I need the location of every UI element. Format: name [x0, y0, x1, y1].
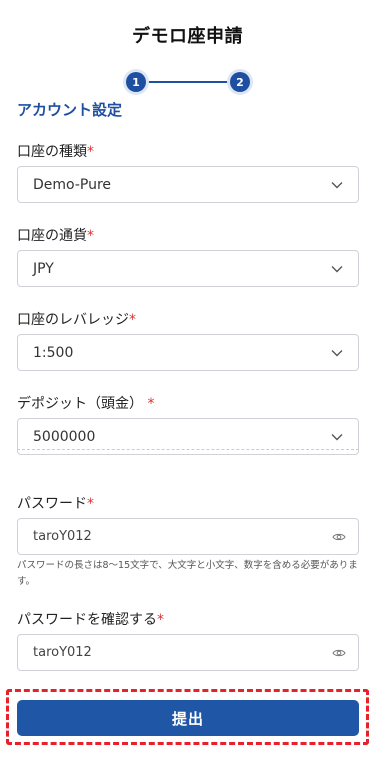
password-confirm-label: パスワードを確認する*: [17, 612, 164, 628]
password-input[interactable]: taroY012: [17, 518, 359, 555]
leverage-value: 1:500: [33, 344, 74, 361]
account-type-select[interactable]: Demo-Pure: [17, 166, 359, 203]
password-label: パスワード*: [17, 496, 94, 512]
required-mark: *: [157, 612, 164, 628]
eye-icon[interactable]: [332, 531, 346, 543]
chevron-down-icon: [331, 266, 343, 273]
currency-field: 口座の通貨* JPY: [17, 226, 359, 287]
leverage-select[interactable]: 1:500: [17, 334, 359, 371]
chevron-down-icon: [331, 434, 343, 441]
step-2-indicator: 2: [230, 72, 250, 92]
section-divider: [17, 449, 359, 450]
account-type-value: Demo-Pure: [33, 176, 112, 193]
deposit-value: 5000000: [33, 428, 96, 445]
stepper-line: [144, 81, 234, 83]
eye-icon[interactable]: [332, 647, 346, 659]
submit-button[interactable]: 提出: [17, 700, 359, 736]
required-mark: *: [129, 312, 136, 328]
currency-select[interactable]: JPY: [17, 250, 359, 287]
chevron-down-icon: [331, 350, 343, 357]
leverage-label: 口座のレバレッジ*: [17, 312, 136, 328]
required-mark: *: [147, 396, 155, 412]
password-value: taroY012: [33, 529, 92, 544]
password-confirm-value: taroY012: [33, 645, 92, 660]
progress-stepper: 1 2: [126, 72, 250, 92]
step-1-indicator: 1: [126, 72, 146, 92]
deposit-field: デポジット（頭金） * 5000000: [17, 394, 359, 455]
chevron-down-icon: [331, 182, 343, 189]
account-type-field: 口座の種類* Demo-Pure: [17, 142, 359, 203]
page-title: デモロ座申請: [132, 26, 243, 47]
deposit-label: デポジット（頭金） *: [17, 396, 155, 412]
account-type-label: 口座の種類*: [17, 144, 94, 160]
password-confirm-input[interactable]: taroY012: [17, 634, 359, 671]
required-mark: *: [87, 144, 94, 160]
password-confirm-field: パスワードを確認する* taroY012: [17, 610, 359, 671]
password-field: パスワード* taroY012: [17, 494, 359, 555]
leverage-field: 口座のレバレッジ* 1:500: [17, 310, 359, 371]
required-mark: *: [87, 228, 94, 244]
currency-value: JPY: [33, 260, 54, 277]
password-hint: パスワードの長さは8〜15文字で、大文字と小文字、数字を含める必要があります。: [17, 560, 358, 587]
currency-label: 口座の通貨*: [17, 228, 94, 244]
section-title: アカウント設定: [17, 101, 123, 119]
required-mark: *: [87, 496, 94, 512]
